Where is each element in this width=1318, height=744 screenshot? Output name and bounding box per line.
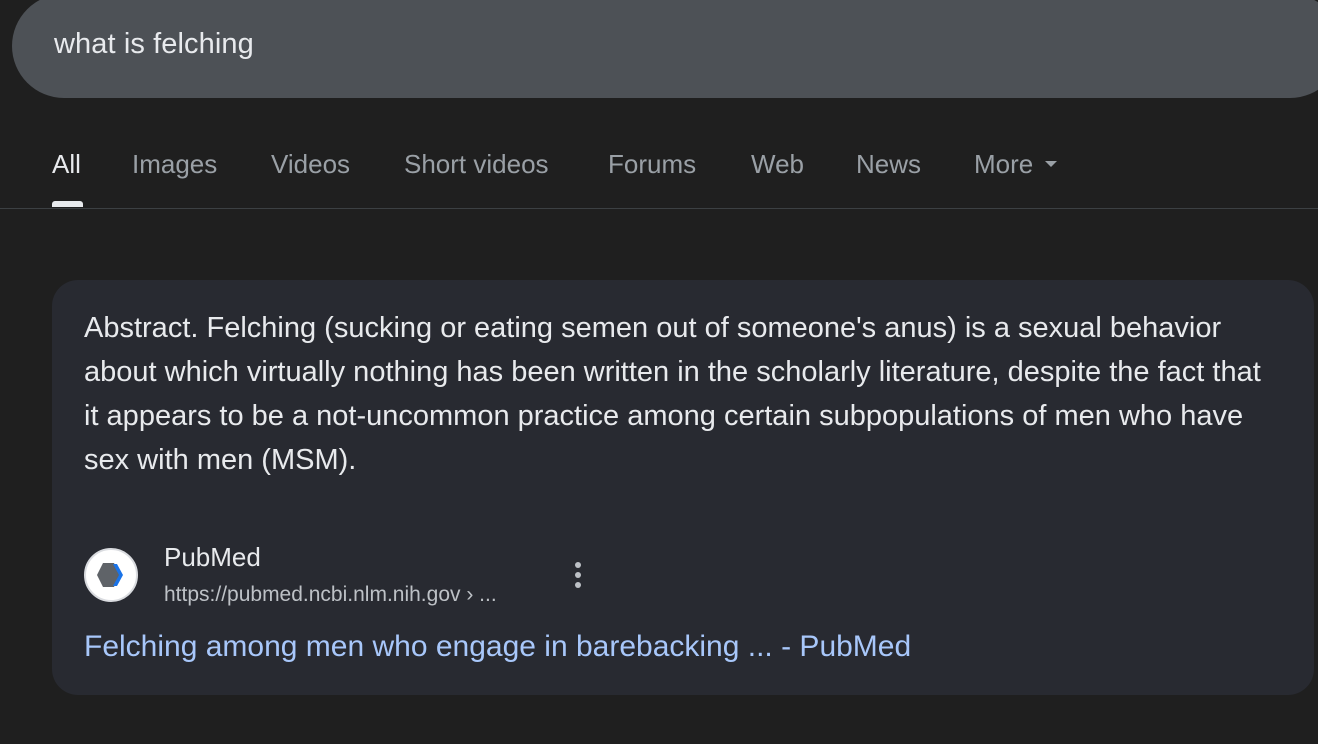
tab-web[interactable]: Web (751, 149, 804, 180)
caret-down-icon (1045, 161, 1058, 168)
snippet-text: Abstract. Felching (sucking or eating se… (84, 312, 1261, 476)
more-vert-icon[interactable] (568, 560, 588, 590)
tab-videos[interactable]: Videos (271, 149, 350, 180)
search-tabs: All Images Videos Short videos Forums We… (0, 130, 1318, 210)
tab-more[interactable]: More (974, 149, 1058, 180)
result-title-link[interactable]: Felching among men who engage in barebac… (84, 630, 911, 664)
tab-more-label: More (974, 149, 1034, 179)
tab-images[interactable]: Images (132, 149, 217, 180)
pubmed-logo-icon[interactable] (84, 548, 138, 602)
tabs-divider (0, 208, 1318, 209)
search-bar[interactable]: what is felching (12, 0, 1318, 98)
featured-snippet-card: Abstract. Felching (sucking or eating se… (52, 280, 1314, 695)
search-results-page: what is felching All Images Videos Short… (0, 0, 1318, 744)
tab-forums[interactable]: Forums (608, 149, 696, 180)
search-input[interactable]: what is felching (54, 28, 254, 61)
source-url[interactable]: https://pubmed.ncbi.nlm.nih.gov › ... (164, 583, 497, 607)
tab-news[interactable]: News (856, 149, 921, 180)
tab-all[interactable]: All (52, 149, 81, 180)
tab-short-videos[interactable]: Short videos (404, 149, 549, 180)
source-name[interactable]: PubMed (164, 542, 261, 573)
active-tab-indicator (52, 201, 83, 207)
